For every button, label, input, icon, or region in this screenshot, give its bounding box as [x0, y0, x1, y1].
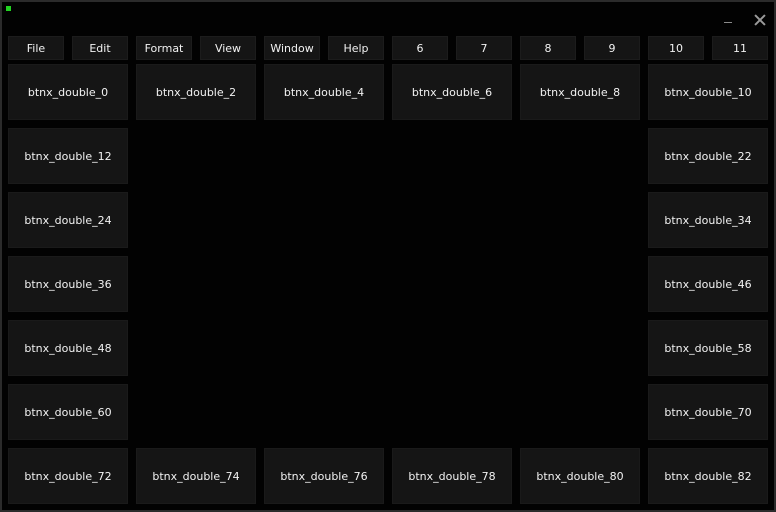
minimize-button[interactable] — [717, 10, 739, 30]
menu-item-8[interactable]: 8 — [520, 36, 576, 60]
grid-button-12[interactable]: btnx_double_12 — [8, 128, 128, 184]
menu-item-11[interactable]: 11 — [712, 36, 768, 60]
grid-button-22[interactable]: btnx_double_22 — [648, 128, 768, 184]
grid-button-0[interactable]: btnx_double_0 — [8, 64, 128, 120]
grid-button-74[interactable]: btnx_double_74 — [136, 448, 256, 504]
grid-button-10[interactable]: btnx_double_10 — [648, 64, 768, 120]
grid-button-6[interactable]: btnx_double_6 — [392, 64, 512, 120]
menu-file[interactable]: File — [8, 36, 64, 60]
menu-edit[interactable]: Edit — [72, 36, 128, 60]
app-status-icon — [6, 6, 11, 11]
grid-button-82[interactable]: btnx_double_82 — [648, 448, 768, 504]
menu-view[interactable]: View — [200, 36, 256, 60]
grid-button-8[interactable]: btnx_double_8 — [520, 64, 640, 120]
menu-item-9[interactable]: 9 — [584, 36, 640, 60]
minimize-icon — [724, 22, 732, 23]
grid-button-58[interactable]: btnx_double_58 — [648, 320, 768, 376]
menu-window[interactable]: Window — [264, 36, 320, 60]
close-button[interactable] — [749, 10, 771, 30]
menu-item-7[interactable]: 7 — [456, 36, 512, 60]
grid-button-2[interactable]: btnx_double_2 — [136, 64, 256, 120]
grid-button-24[interactable]: btnx_double_24 — [8, 192, 128, 248]
grid-button-80[interactable]: btnx_double_80 — [520, 448, 640, 504]
close-icon — [754, 14, 766, 26]
grid-button-60[interactable]: btnx_double_60 — [8, 384, 128, 440]
menu-format[interactable]: Format — [136, 36, 192, 60]
grid-button-4[interactable]: btnx_double_4 — [264, 64, 384, 120]
menu-help[interactable]: Help — [328, 36, 384, 60]
grid-button-72[interactable]: btnx_double_72 — [8, 448, 128, 504]
grid-button-78[interactable]: btnx_double_78 — [392, 448, 512, 504]
grid-button-34[interactable]: btnx_double_34 — [648, 192, 768, 248]
menu-item-10[interactable]: 10 — [648, 36, 704, 60]
grid-button-36[interactable]: btnx_double_36 — [8, 256, 128, 312]
grid-button-76[interactable]: btnx_double_76 — [264, 448, 384, 504]
grid-button-70[interactable]: btnx_double_70 — [648, 384, 768, 440]
grid-button-48[interactable]: btnx_double_48 — [8, 320, 128, 376]
app-window: File Edit Format View Window Help 6 7 8 … — [0, 0, 776, 512]
grid-button-46[interactable]: btnx_double_46 — [648, 256, 768, 312]
menu-item-6[interactable]: 6 — [392, 36, 448, 60]
